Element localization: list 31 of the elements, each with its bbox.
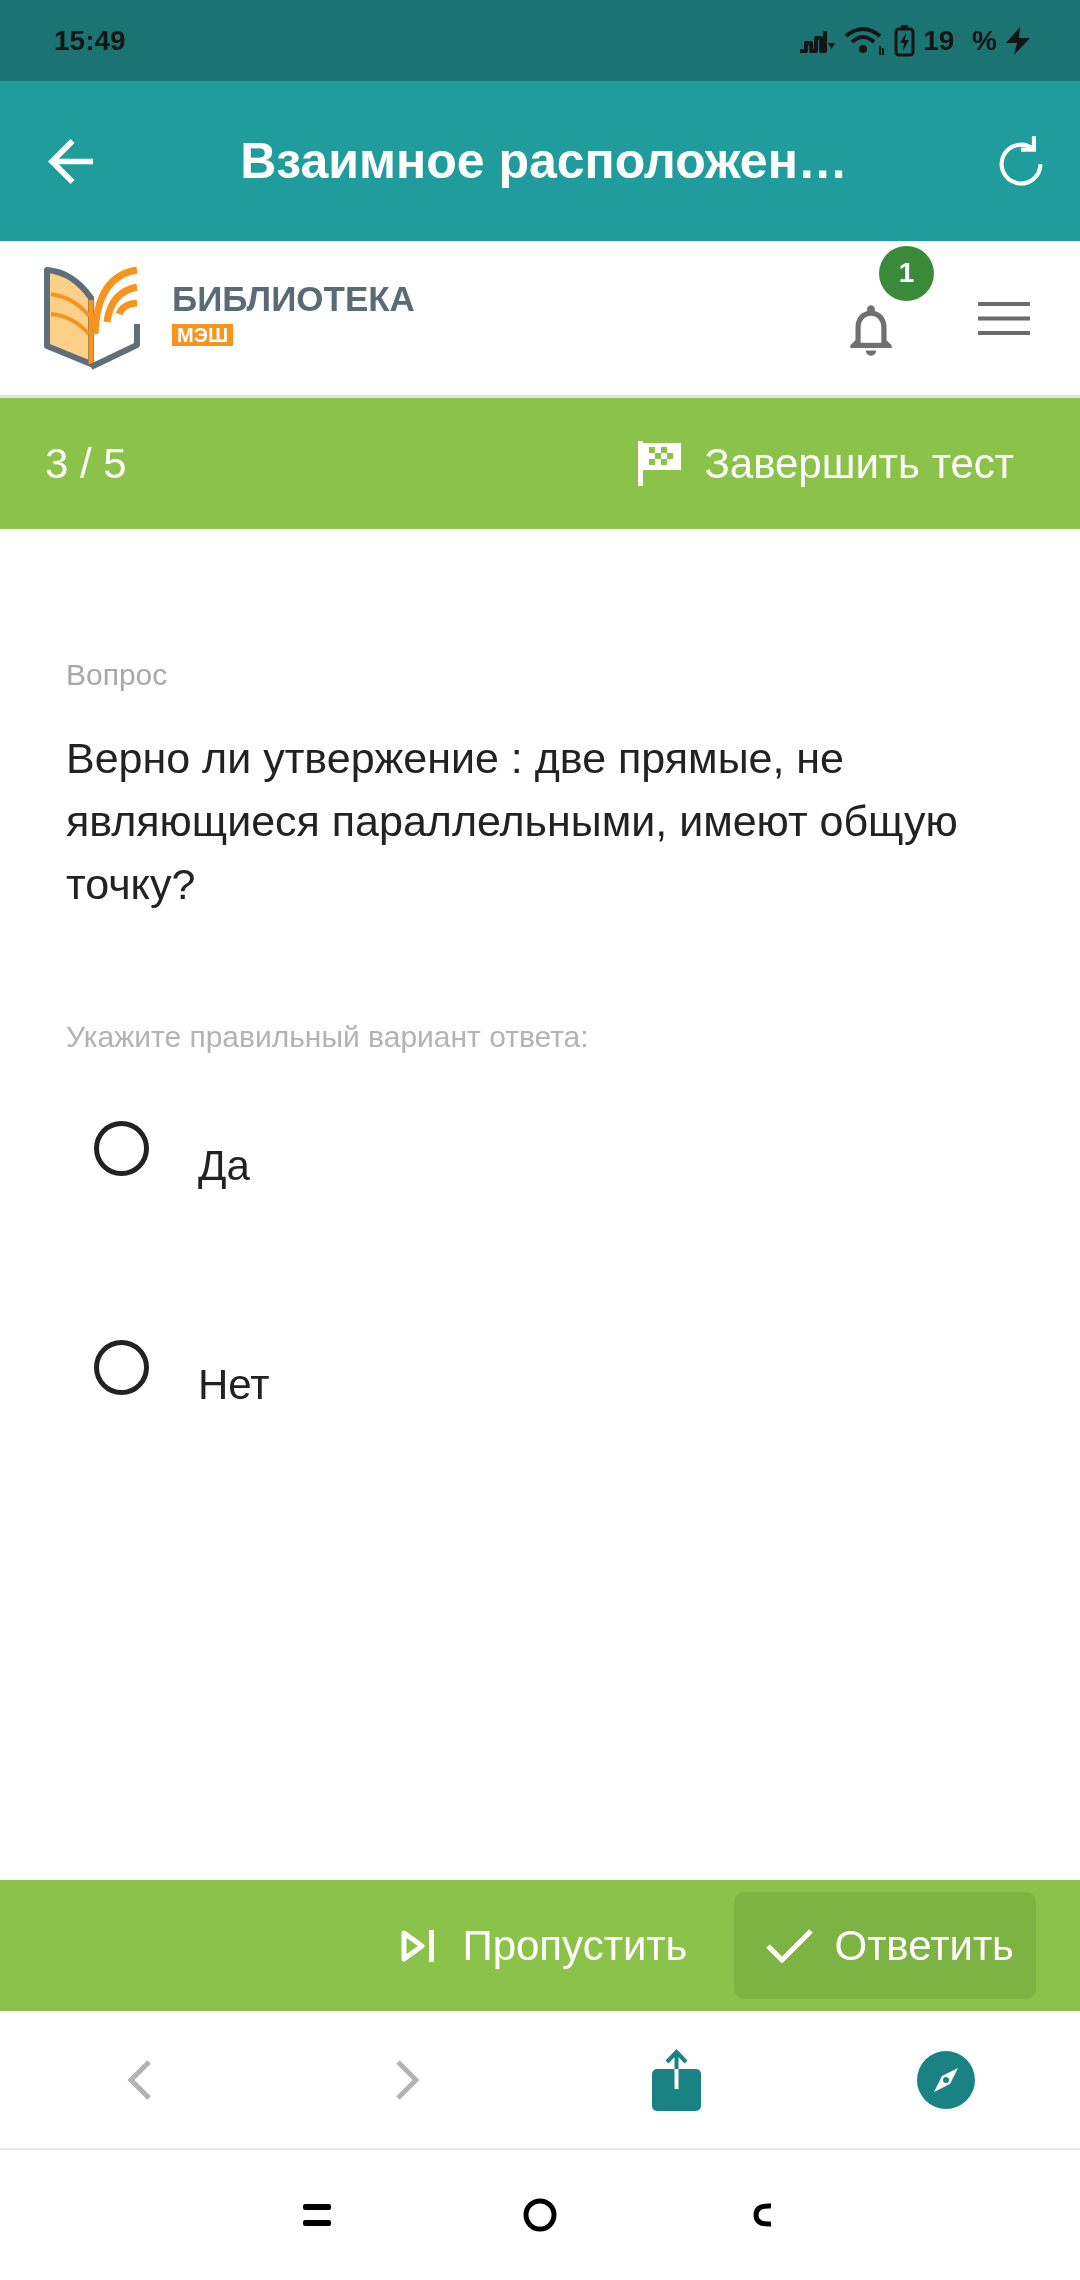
answer-instruction: Укажите правильный вариант ответа: <box>66 1019 589 1055</box>
wifi-icon <box>844 25 887 56</box>
battery-level: 19 % <box>923 24 997 57</box>
question-label: Вопрос <box>66 657 168 693</box>
back-arrow-icon[interactable] <box>48 138 93 184</box>
charging-bolt-icon <box>1005 26 1031 55</box>
logo-title: БИБЛИОТЕКА <box>172 280 415 318</box>
radio-icon[interactable] <box>94 1121 149 1176</box>
battery-icon <box>894 24 916 57</box>
page-title: Взаимное расположен… <box>239 132 849 190</box>
skip-icon <box>401 1929 436 1962</box>
home-icon[interactable] <box>523 2198 557 2232</box>
radio-icon[interactable] <box>94 1340 149 1395</box>
question-text: Верно ли утвержение : две прямые, не являющиеся параллельными, имеют общую точку? <box>66 733 959 910</box>
share-icon[interactable] <box>652 2048 701 2111</box>
notification-badge: 1 <box>879 245 934 301</box>
bell-icon[interactable] <box>847 303 895 357</box>
answer-option[interactable]: Да <box>94 1121 270 1191</box>
question-counter: 3 / 5 <box>45 439 127 488</box>
menu-icon[interactable] <box>978 301 1030 335</box>
answer-option[interactable]: Нет <box>94 1340 270 1410</box>
finish-test-button[interactable]: Завершить тест <box>638 439 1014 488</box>
status-time: 15:49 <box>54 24 126 57</box>
recents-icon[interactable] <box>303 2204 331 2226</box>
check-icon <box>765 1928 814 1963</box>
skip-button[interactable]: Пропустить <box>401 1921 688 1970</box>
checkered-flag-icon <box>638 441 682 486</box>
compass-icon[interactable] <box>916 2050 975 2109</box>
nav-back-icon[interactable] <box>753 2203 773 2227</box>
answer-button[interactable]: Ответить <box>734 1892 1036 1999</box>
logo-subtitle: МЭШ <box>172 324 233 346</box>
